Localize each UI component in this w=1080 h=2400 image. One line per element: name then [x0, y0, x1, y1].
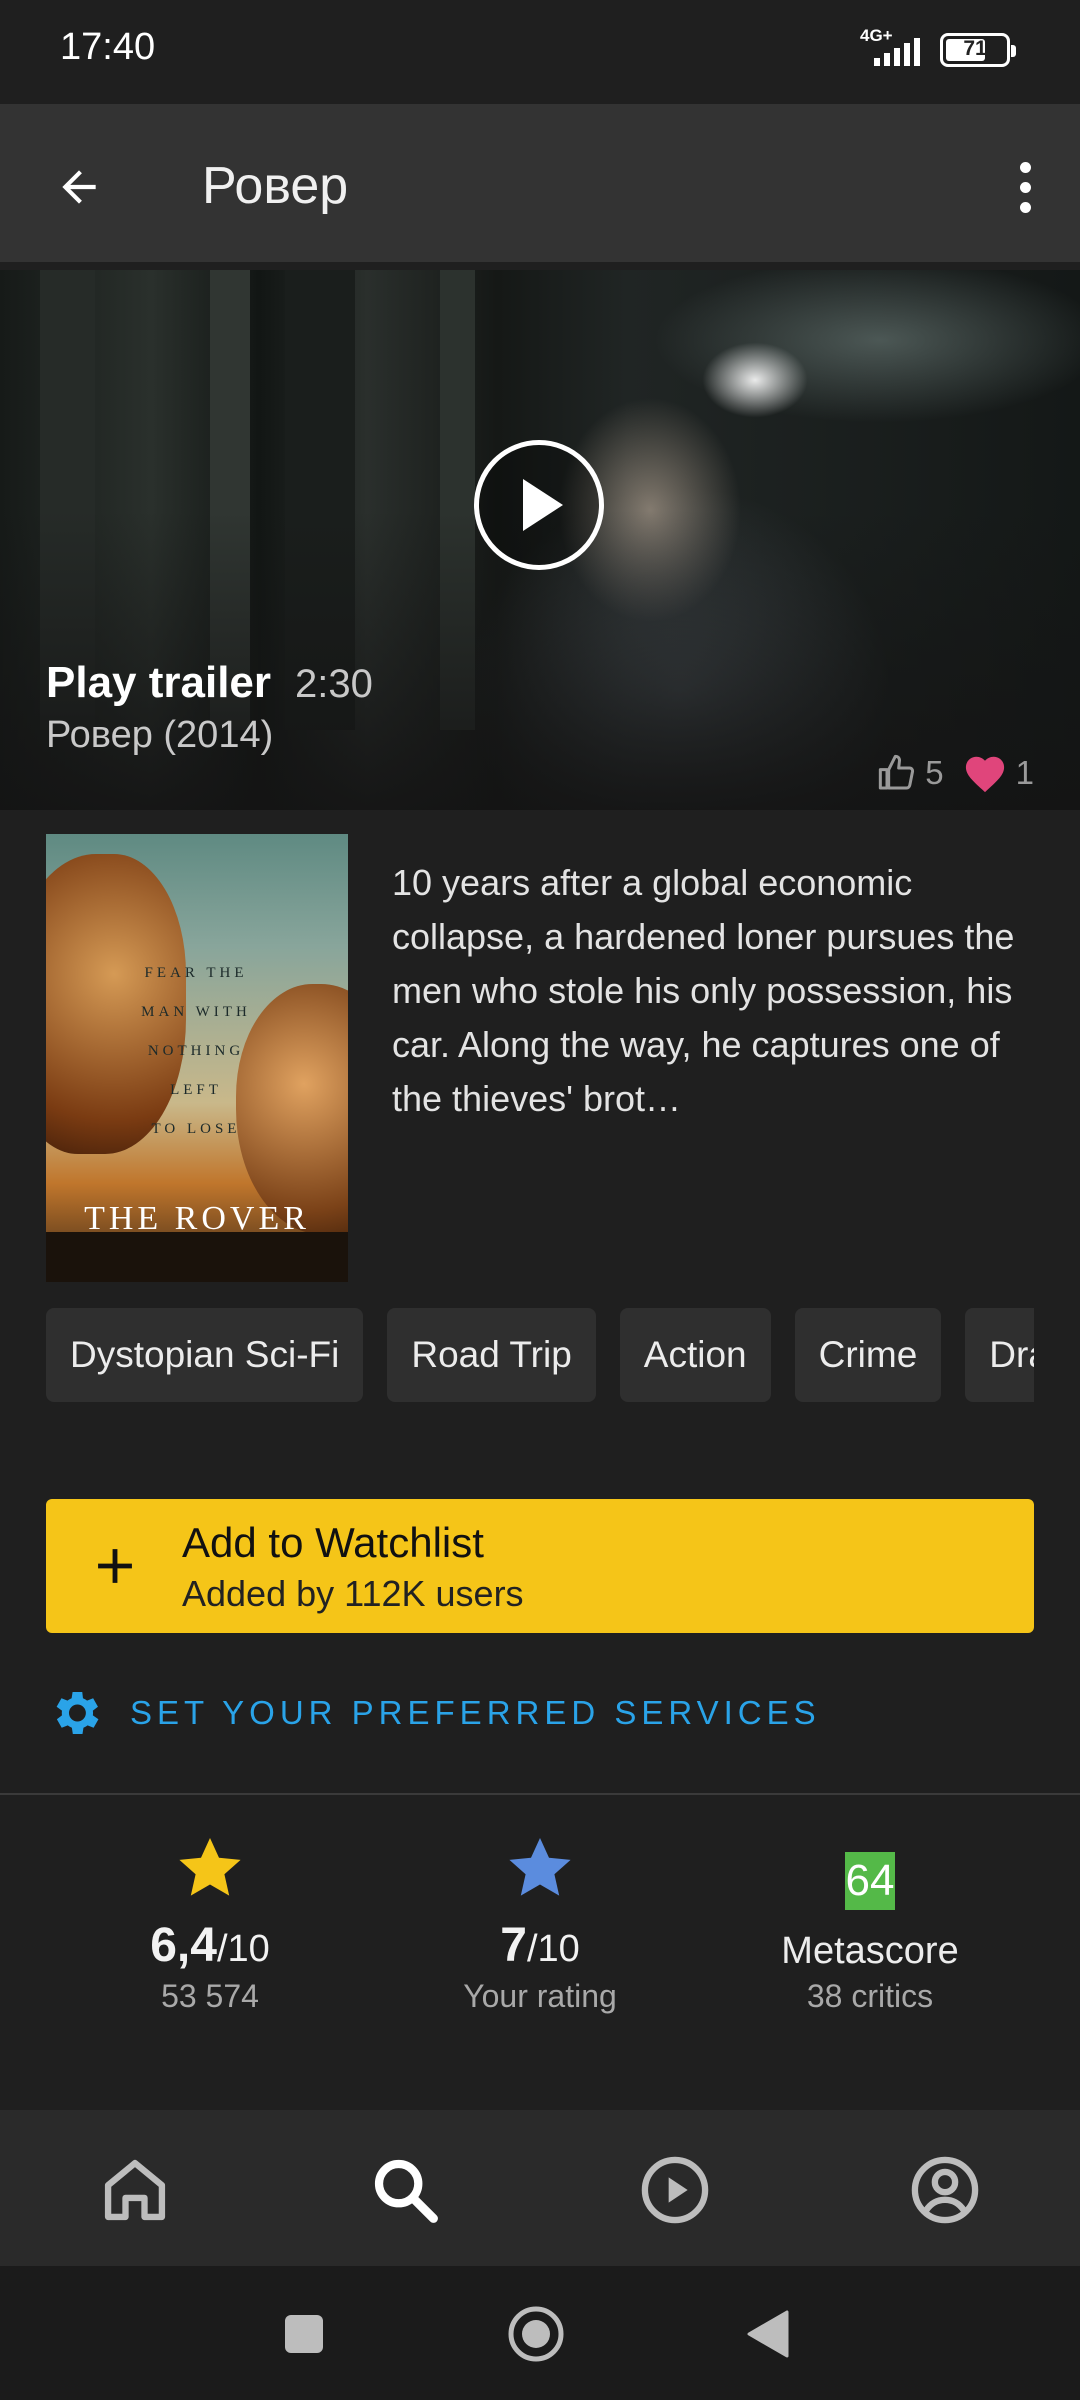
status-icons: 4G+ 71	[860, 26, 1016, 70]
trailer-duration: 2:30	[295, 662, 373, 706]
play-icon	[523, 479, 563, 531]
genre-chip[interactable]: Crime	[794, 1308, 942, 1402]
heart-reaction[interactable]: 1	[962, 752, 1034, 794]
nav-home[interactable]	[95, 2150, 175, 2230]
status-time: 17:40	[60, 26, 156, 68]
genre-chip[interactable]: Action	[619, 1308, 771, 1402]
bottom-navigation	[0, 2110, 1080, 2266]
divider	[0, 1793, 1080, 1795]
battery-level: 71	[963, 37, 987, 60]
app-bar: Ровер	[0, 104, 1080, 262]
ratings-row: 6,4/10 53 574 7/10 Your rating 64 Metasc…	[0, 1826, 1080, 2026]
trailer-title-row: Play trailer 2:30	[46, 658, 373, 708]
status-bar: 17:40 4G+ 71	[0, 0, 1080, 104]
genre-chips: Dystopian Sci-Fi Road Trip Action Crime …	[46, 1308, 1034, 1402]
movie-poster[interactable]: FEAR THE MAN WITH NOTHING LEFT TO LOSE T…	[46, 834, 348, 1282]
play-trailer-label[interactable]: Play trailer	[46, 658, 271, 708]
imdb-rating-count: 53 574	[161, 1978, 259, 2014]
trailer-reactions: 5 1	[877, 752, 1034, 794]
home-circle-icon	[508, 2306, 564, 2362]
battery-icon: 71	[940, 33, 1016, 67]
nav-search[interactable]	[365, 2150, 445, 2230]
back-nav-button[interactable]	[736, 2302, 800, 2366]
trailer-hero[interactable]: Play trailer 2:30 Ровер (2014) 5 1	[0, 270, 1080, 810]
arrow-left-icon	[62, 170, 96, 204]
more-options-button[interactable]	[1000, 154, 1050, 220]
synopsis[interactable]: 10 years after a global economic collaps…	[392, 856, 1042, 1126]
account-icon	[911, 2156, 979, 2224]
play-trailer-button[interactable]	[474, 440, 604, 570]
watchlist-title: Add to Watchlist	[182, 1519, 484, 1566]
star-icon	[179, 1838, 241, 1896]
poster-tagline: FEAR THE MAN WITH NOTHING LEFT TO LOSE	[141, 965, 251, 1137]
your-rating-label: Your rating	[463, 1978, 617, 2014]
system-navigation	[0, 2266, 1080, 2400]
more-vertical-icon	[1019, 161, 1031, 173]
watchlist-subtitle: Added by 112K users	[182, 1573, 524, 1614]
preferred-services-label: SET YOUR PREFERRED SERVICES	[130, 1694, 821, 1731]
heart-count: 1	[1015, 754, 1034, 791]
search-icon	[374, 2159, 438, 2223]
like-count: 5	[925, 754, 944, 791]
gear-icon	[56, 1691, 99, 1735]
home-button[interactable]	[504, 2302, 568, 2366]
home-icon	[104, 2159, 166, 2221]
plus-icon	[98, 1549, 132, 1583]
back-triangle-icon	[747, 2310, 789, 2358]
genre-chip[interactable]: Drama	[965, 1308, 1034, 1402]
poster-credits	[46, 1232, 348, 1282]
add-to-watchlist-button[interactable]: Add to Watchlist Added by 112K users	[46, 1499, 1034, 1633]
nav-account[interactable]	[905, 2150, 985, 2230]
metascore-critics: 38 critics	[806, 1978, 934, 2014]
heart-icon	[965, 756, 1004, 793]
genre-chip[interactable]: Road Trip	[387, 1308, 596, 1402]
trailer-subtitle: Ровер (2014)	[46, 714, 274, 756]
metascore-label: Metascore	[781, 1930, 959, 1972]
recents-button[interactable]	[272, 2302, 336, 2366]
metascore-badge: 64	[845, 1852, 895, 1910]
like-reaction[interactable]: 5	[877, 753, 944, 793]
play-circle-icon	[641, 2156, 709, 2224]
your-rating-value: 7/10	[500, 1919, 580, 1972]
nav-video[interactable]	[635, 2150, 715, 2230]
signal-icon: 4G+	[860, 26, 926, 70]
star-icon	[509, 1838, 571, 1896]
back-button[interactable]	[46, 154, 112, 220]
preferred-services-link[interactable]: SET YOUR PREFERRED SERVICES	[46, 1684, 821, 1742]
recents-square-icon	[285, 2315, 323, 2353]
thumbs-up-icon	[879, 754, 915, 790]
page-title: Ровер	[202, 157, 349, 215]
imdb-rating-value: 6,4/10	[150, 1919, 270, 1972]
genre-chip[interactable]: Dystopian Sci-Fi	[46, 1308, 364, 1402]
